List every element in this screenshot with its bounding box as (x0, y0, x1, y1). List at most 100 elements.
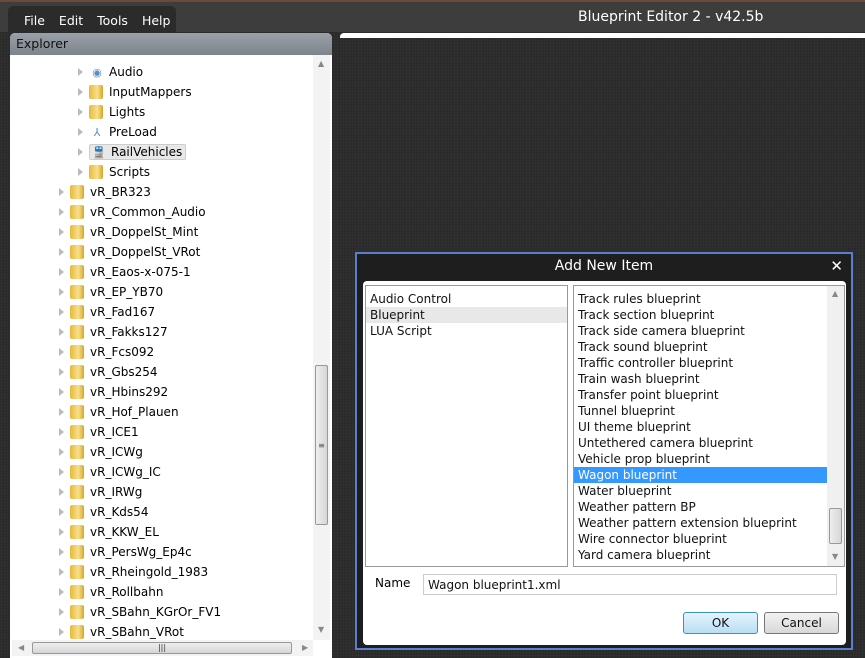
scroll-left-icon[interactable]: ◀ (18, 643, 24, 652)
item-type[interactable]: Water blueprint (574, 483, 827, 499)
hscroll-thumb[interactable]: ||| (32, 642, 292, 654)
name-input[interactable] (423, 574, 837, 595)
item-list-scrollbar[interactable]: ▲ ▼ (827, 286, 844, 566)
scroll-right-icon[interactable]: ▶ (302, 643, 308, 652)
tree-item[interactable]: vR_Gbs254 (59, 362, 158, 382)
close-icon[interactable]: ✕ (830, 257, 843, 275)
expand-icon[interactable] (59, 388, 64, 396)
expand-icon[interactable] (59, 528, 64, 536)
scroll-up-icon[interactable]: ▲ (832, 289, 838, 298)
item-type[interactable]: Tunnel blueprint (574, 403, 827, 419)
category-item[interactable]: Blueprint (366, 307, 567, 323)
expand-icon[interactable] (59, 328, 64, 336)
expand-icon[interactable] (59, 588, 64, 596)
expand-icon[interactable] (59, 288, 64, 296)
expand-icon[interactable] (59, 628, 64, 636)
item-type[interactable]: Traffic controller blueprint (574, 355, 827, 371)
menu-help[interactable]: Help (142, 13, 171, 28)
vertical-scrollbar[interactable]: ▲ ≡ ▼ (313, 55, 330, 640)
expand-icon[interactable] (78, 108, 83, 116)
scroll-up-icon[interactable]: ▲ (318, 59, 324, 68)
expand-icon[interactable] (59, 188, 64, 196)
tree-item[interactable]: vR_Kds54 (59, 502, 148, 522)
tree-item[interactable]: ◉ Audio (78, 62, 143, 82)
expand-icon[interactable] (59, 568, 64, 576)
tree-item[interactable]: vR_Hof_Plauen (59, 402, 179, 422)
expand-icon[interactable] (78, 88, 83, 96)
tree-item[interactable]: vR_ICWg_IC (59, 462, 161, 482)
menu-edit[interactable]: Edit (59, 13, 83, 28)
tree-item[interactable]: vR_Eaos-x-075-1 (59, 262, 191, 282)
ok-button[interactable]: OK (683, 612, 758, 634)
expand-icon[interactable] (59, 268, 64, 276)
item-type[interactable]: Weather pattern extension blueprint (574, 515, 827, 531)
menu-tools[interactable]: Tools (97, 13, 128, 28)
expand-icon[interactable] (59, 548, 64, 556)
expand-icon[interactable] (59, 208, 64, 216)
horizontal-scrollbar[interactable]: ◀ ||| ▶ (12, 640, 313, 656)
expand-icon[interactable] (59, 468, 64, 476)
tree-item[interactable]: 🚆 RailVehicles (78, 142, 187, 162)
tree-item[interactable]: vR_Fad167 (59, 302, 155, 322)
expand-icon[interactable] (59, 448, 64, 456)
tree-item[interactable]: vR_Hbins292 (59, 382, 168, 402)
tree-item[interactable]: vR_Rollbahn (59, 582, 163, 602)
item-type[interactable]: Track sound blueprint (574, 339, 827, 355)
tree-item[interactable]: vR_KKW_EL (59, 522, 159, 542)
tree-item[interactable]: vR_Rheingold_1983 (59, 562, 208, 582)
item-type[interactable]: Untethered camera blueprint (574, 435, 827, 451)
category-item[interactable]: Audio Control (366, 291, 567, 307)
expand-icon[interactable] (78, 148, 83, 156)
item-type[interactable]: Track section blueprint (574, 307, 827, 323)
item-type[interactable]: Track side camera blueprint (574, 323, 827, 339)
tree-item[interactable]: vR_DoppelSt_Mint (59, 222, 198, 242)
tree-item[interactable]: Lights (78, 102, 145, 122)
cancel-button[interactable]: Cancel (764, 612, 839, 634)
scroll-thumb[interactable] (829, 508, 842, 544)
tree-item[interactable]: Scripts (78, 162, 150, 182)
category-item[interactable]: LUA Script (366, 323, 567, 339)
item-type[interactable]: Train wash blueprint (574, 371, 827, 387)
expand-icon[interactable] (59, 428, 64, 436)
item-type[interactable]: Yard camera blueprint (574, 547, 827, 563)
scroll-down-icon[interactable]: ▼ (318, 625, 324, 634)
folder-icon (70, 485, 84, 499)
expand-icon[interactable] (78, 128, 83, 136)
expand-icon[interactable] (78, 168, 83, 176)
expand-icon[interactable] (59, 308, 64, 316)
expand-icon[interactable] (59, 228, 64, 236)
tree-item[interactable]: vR_IRWg (59, 482, 142, 502)
item-type[interactable]: Weather pattern BP (574, 499, 827, 515)
item-type[interactable]: Vehicle prop blueprint (574, 451, 827, 467)
item-type[interactable]: UI theme blueprint (574, 419, 827, 435)
tree-item[interactable]: vR_ICWg (59, 442, 143, 462)
tree-item[interactable]: vR_PersWg_Ep4c (59, 542, 192, 562)
expand-icon[interactable] (59, 368, 64, 376)
expand-icon[interactable] (59, 348, 64, 356)
tree-item[interactable]: vR_Fcs092 (59, 342, 154, 362)
tree-item[interactable]: ⅄ PreLoad (78, 122, 157, 142)
tree-item[interactable]: vR_ICE1 (59, 422, 139, 442)
tree-item[interactable]: InputMappers (78, 82, 192, 102)
scroll-down-icon[interactable]: ▼ (832, 552, 838, 561)
expand-icon[interactable] (59, 248, 64, 256)
expand-icon[interactable] (59, 408, 64, 416)
item-type[interactable]: Wagon blueprint (574, 467, 827, 483)
item-type[interactable]: Wire connector blueprint (574, 531, 827, 547)
expand-icon[interactable] (59, 608, 64, 616)
add-new-item-dialog: Add New Item ✕ Audio Control Blueprint LUA… (355, 252, 853, 650)
tree-item[interactable]: vR_Fakks127 (59, 322, 168, 342)
tree-item[interactable]: vR_EP_YB70 (59, 282, 163, 302)
tree-item[interactable]: vR_SBahn_KGrOr_FV1 (59, 602, 221, 622)
tree-item[interactable]: vR_DoppelSt_VRot (59, 242, 200, 262)
expand-icon[interactable] (78, 68, 83, 76)
expand-icon[interactable] (59, 488, 64, 496)
tree-item[interactable]: vR_BR323 (59, 182, 151, 202)
item-type[interactable]: Track rules blueprint (574, 291, 827, 307)
expand-icon[interactable] (59, 508, 64, 516)
item-type[interactable]: Transfer point blueprint (574, 387, 827, 403)
scroll-thumb[interactable]: ≡ (315, 365, 328, 525)
tree-item[interactable]: vR_SBahn_VRot (59, 622, 184, 640)
menu-file[interactable]: File (24, 13, 45, 28)
tree-item[interactable]: vR_Common_Audio (59, 202, 206, 222)
